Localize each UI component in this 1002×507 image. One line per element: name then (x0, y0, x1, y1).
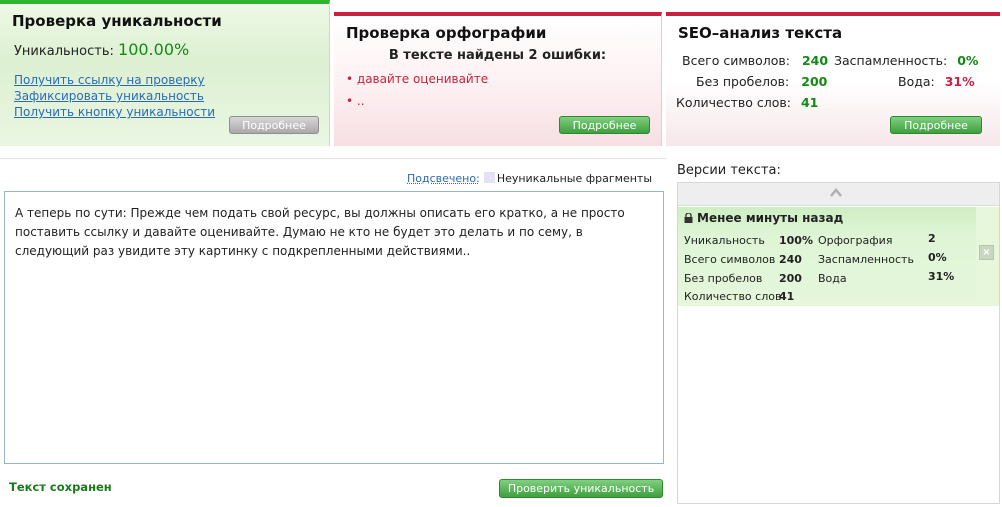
highlight-label[interactable]: Подсвечено: (407, 172, 480, 185)
seo-total-chars: Всего символов: 240 (682, 53, 828, 68)
spelling-panel: Проверка орфографии В тексте найдены 2 о… (334, 12, 662, 146)
seo-water: Вода: 31% (898, 74, 975, 89)
check-uniqueness-button[interactable]: Проверить уникальность (499, 479, 663, 498)
seo-words-label: Количество слов: (676, 95, 791, 110)
text-editor[interactable]: А теперь по сути: Прежде чем подать свой… (4, 191, 664, 464)
chevron-up-icon (830, 188, 842, 197)
spelling-error-item[interactable]: • .. (346, 94, 365, 108)
version-spelling-value: 2 (928, 232, 936, 245)
version-spam-value: 0% (928, 251, 947, 264)
spelling-more-button[interactable]: Подробнее (559, 116, 650, 134)
version-entry-head: Менее минуты назад (684, 211, 843, 225)
spelling-error-item[interactable]: • давайте оценивайте (346, 72, 488, 86)
seo-panel: SEO–анализ текста Всего символов: 240 Бе… (666, 12, 1000, 146)
highlight-legend-text: Неуникальные фрагменты (496, 172, 652, 185)
seo-no-spaces-value: 200 (801, 74, 828, 89)
non-unique-swatch (483, 172, 495, 183)
seo-spam: Заспамленность: 0% (834, 53, 978, 68)
uniqueness-panel: Проверка уникальности Уникальность: 100.… (0, 0, 330, 146)
seo-total-chars-label: Всего символов: (682, 53, 790, 68)
get-check-link[interactable]: Получить ссылку на проверку (14, 72, 215, 88)
seo-total-chars-value: 240 (801, 53, 829, 68)
uniqueness-more-button[interactable]: Подробнее (229, 116, 319, 134)
seo-words-value: 41 (800, 95, 819, 110)
seo-title: SEO–анализ текста (678, 24, 843, 42)
version-entry-close-area: × (976, 207, 999, 306)
versions-scroll-up[interactable] (678, 183, 999, 206)
uniqueness-value: 100.00% (118, 40, 190, 59)
versions-panel: Менее минуты назад Уникальность 100% Орф… (677, 182, 1000, 504)
seo-no-spaces-label: Без пробелов: (696, 74, 790, 89)
version-spelling-label: Орфография (818, 234, 893, 247)
seo-no-spaces: Без пробелов: 200 (696, 74, 827, 89)
seo-spam-value: 0% (957, 53, 979, 68)
spelling-errors-heading: В тексте найдены 2 ошибки: (388, 48, 607, 63)
delete-version-icon[interactable]: × (979, 245, 994, 260)
spelling-title: Проверка орфографии (346, 24, 547, 42)
section-divider (0, 158, 666, 159)
uniqueness-label: Уникальность: (14, 44, 114, 59)
version-nospace-value: 200 (779, 272, 802, 285)
uniqueness-line: Уникальность: 100.00% (14, 40, 189, 59)
versions-title: Версии текста: (677, 163, 781, 178)
version-uniq-value: 100% (779, 234, 813, 247)
uniqueness-links: Получить ссылку на проверку Зафиксироват… (14, 72, 215, 120)
seo-water-value: 31% (944, 74, 975, 89)
seo-spam-label: Заспамленность: (834, 53, 948, 68)
uniqueness-title: Проверка уникальности (12, 12, 222, 30)
version-water-value: 31% (928, 270, 955, 283)
version-nospace-label: Без пробелов (684, 272, 763, 285)
version-entry[interactable]: Менее минуты назад Уникальность 100% Орф… (678, 207, 976, 306)
seo-water-label: Вода: (898, 74, 935, 89)
highlight-legend: Подсвечено: Неуникальные фрагменты (407, 172, 652, 185)
seo-words: Количество слов: 41 (676, 95, 818, 110)
version-uniq-label: Уникальность (684, 234, 765, 247)
version-words-label: Количество слов (684, 290, 782, 303)
version-chars-value: 240 (779, 253, 802, 266)
version-time: Менее минуты назад (697, 211, 844, 225)
lock-icon (684, 213, 693, 223)
version-words-value: 41 (779, 290, 795, 303)
seo-more-button[interactable]: Подробнее (890, 116, 982, 134)
get-uniqueness-button-link[interactable]: Получить кнопку уникальности (14, 104, 215, 120)
version-water-label: Вода (818, 272, 847, 285)
version-chars-label: Всего символов (684, 253, 776, 266)
fix-uniqueness-link[interactable]: Зафиксировать уникальность (14, 88, 215, 104)
saved-status: Текст сохранен (9, 480, 112, 494)
version-spam-label: Заспамленность (818, 253, 914, 266)
